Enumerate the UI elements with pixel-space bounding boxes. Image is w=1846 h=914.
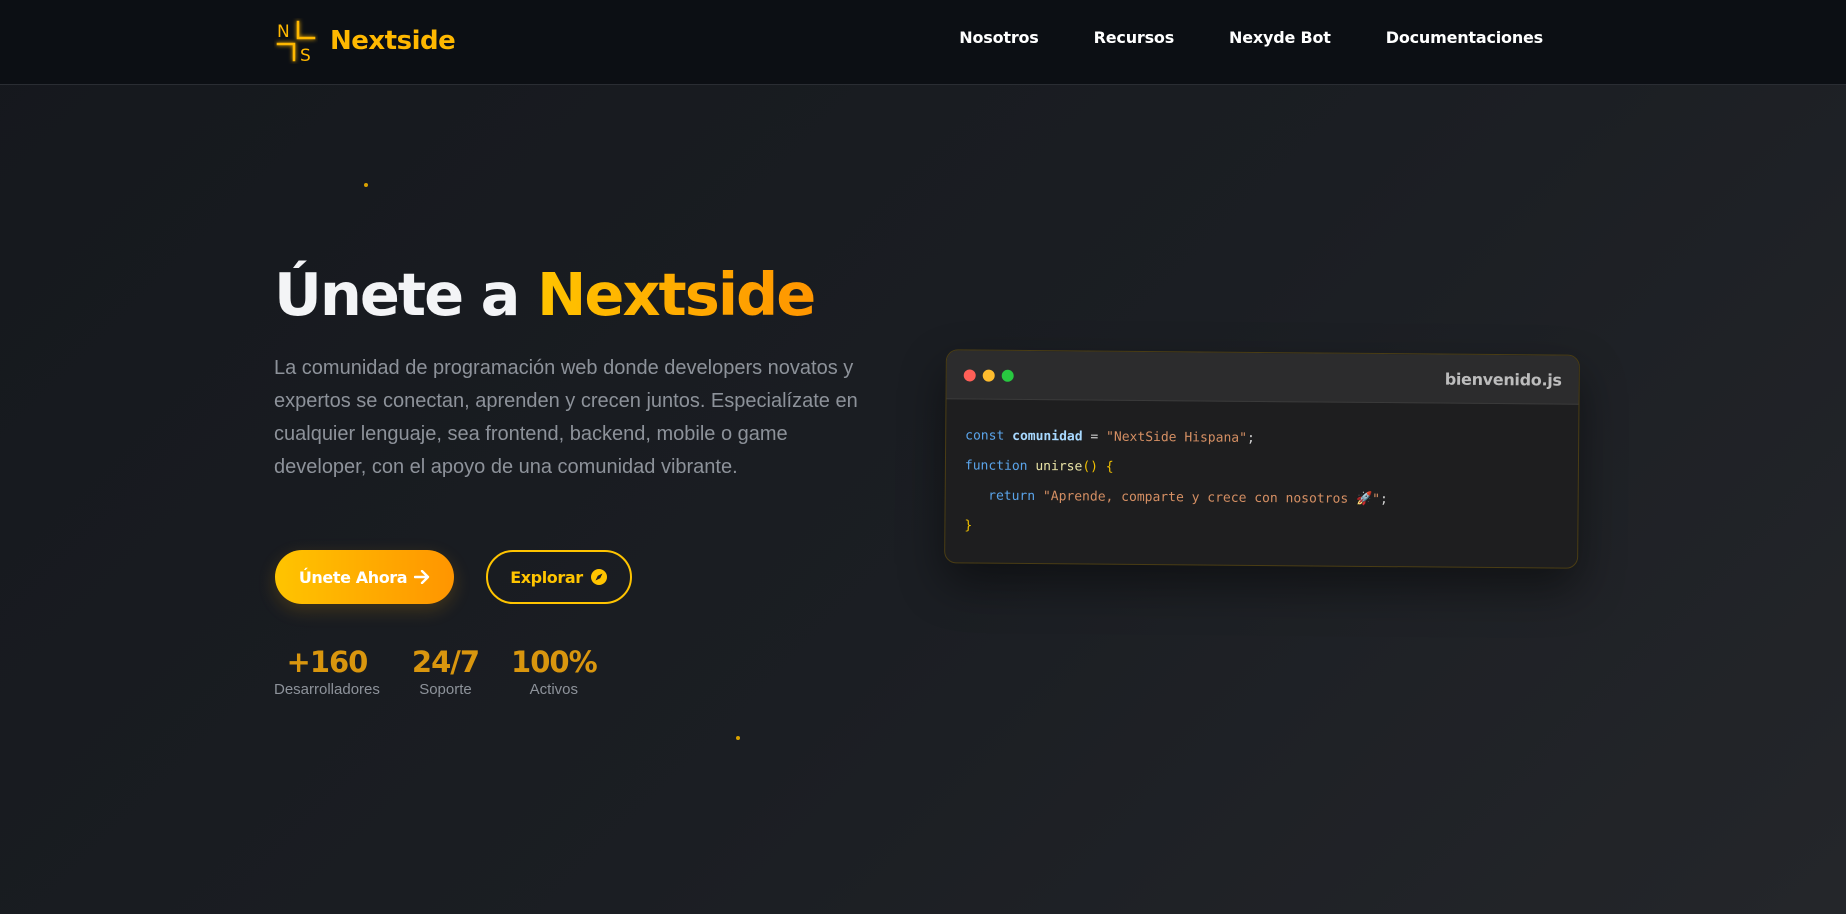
stat-label: Activos (529, 681, 578, 698)
code-filename: bienvenido.js (1444, 369, 1562, 390)
close-dot-icon (963, 369, 976, 382)
logo-letter-n: N (277, 22, 290, 42)
decorative-particle (736, 736, 740, 740)
code-line: } (964, 511, 1558, 546)
arrow-right-icon (414, 570, 430, 584)
code-line: return "Aprende, comparte y crece con no… (965, 481, 1559, 516)
decorative-particle (364, 183, 368, 187)
nav-link-recursos[interactable]: Recursos (1094, 28, 1175, 47)
code-punctuation: ; (1246, 430, 1255, 446)
hero-title-prefix: Únete a (274, 260, 520, 329)
code-operator: = (1082, 429, 1107, 445)
stat-value: 24/7 (411, 645, 480, 679)
code-function-name: unirse (1035, 459, 1083, 475)
code-brace: { (1105, 459, 1114, 475)
join-now-button[interactable]: Únete Ahora (275, 550, 454, 604)
code-string: "Aprende, comparte y crece con nosotros … (1042, 489, 1381, 508)
hero-title: Únete a Nextside (274, 260, 816, 329)
explore-label: Explorar (510, 567, 583, 587)
code-keyword: function (964, 458, 1028, 474)
code-string: "NextSide Hispana" (1106, 429, 1248, 446)
stats-row: +160 Desarrolladores 24/7 Soporte 100% A… (274, 645, 629, 698)
maximize-dot-icon (1001, 369, 1014, 382)
stat-label: Desarrolladores (274, 681, 380, 698)
hero-description: La comunidad de programación web donde d… (274, 357, 858, 478)
stat-developers: +160 Desarrolladores (274, 645, 380, 698)
compass-icon (590, 568, 608, 586)
stat-active: 100% Activos (511, 645, 598, 698)
code-parens: () (1082, 459, 1099, 475)
navbar: N S Nextside Nosotros Recursos Nexyde Bo… (0, 0, 1846, 85)
brand-name: Nextside (330, 26, 456, 56)
code-variable: comunidad (1012, 428, 1083, 445)
logo-letter-s: S (300, 46, 311, 64)
nav-link-nexyde-bot[interactable]: Nexyde Bot (1229, 28, 1331, 47)
hero-title-accent: Nextside (537, 260, 816, 329)
code-keyword: return (988, 488, 1036, 505)
code-window-header: bienvenido.js (946, 350, 1579, 405)
code-brace: } (964, 518, 973, 534)
nav-link-documentaciones[interactable]: Documentaciones (1386, 28, 1543, 47)
code-window: bienvenido.js const comunidad = "NextSid… (944, 349, 1580, 569)
minimize-dot-icon (982, 369, 995, 382)
code-body: const comunidad = "NextSide Hispana"; fu… (945, 399, 1578, 569)
explore-button[interactable]: Explorar (486, 550, 632, 604)
code-punctuation: ; (1379, 492, 1388, 508)
stat-value: +160 (286, 645, 369, 679)
stat-value: 100% (511, 645, 598, 679)
stat-label: Soporte (419, 681, 472, 698)
logo-mark-icon: N S (274, 18, 318, 64)
nav-menu: Nosotros Recursos Nexyde Bot Documentaci… (904, 28, 1543, 47)
code-keyword: const (965, 428, 1005, 444)
window-controls (963, 369, 1021, 382)
brand-logo[interactable]: N S Nextside (274, 18, 456, 64)
stat-support: 24/7 Soporte (411, 645, 480, 698)
join-now-label: Únete Ahora (298, 567, 408, 587)
nav-link-nosotros[interactable]: Nosotros (959, 28, 1039, 47)
